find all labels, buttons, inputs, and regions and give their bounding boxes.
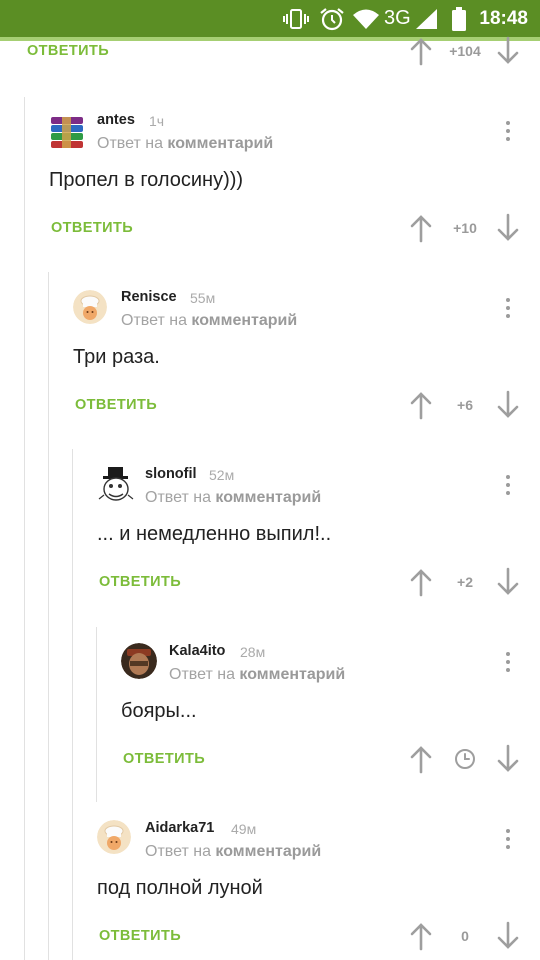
reply-button[interactable]: ОТВЕТИТЬ bbox=[75, 397, 157, 413]
rating-value: +2 bbox=[457, 574, 473, 590]
avatar[interactable] bbox=[121, 643, 157, 679]
comment-time: 55м bbox=[190, 290, 216, 306]
more-options-icon[interactable] bbox=[498, 471, 518, 501]
reply-to-line: Ответ на комментарий bbox=[169, 666, 346, 683]
rating-value: +10 bbox=[453, 220, 477, 236]
vibrate-icon bbox=[283, 9, 309, 29]
reply-button[interactable]: ОТВЕТИТЬ bbox=[123, 751, 205, 767]
reply-to-line: Ответ на комментарий bbox=[145, 843, 322, 860]
downvote-icon[interactable] bbox=[496, 567, 520, 597]
downvote-icon[interactable] bbox=[496, 744, 520, 774]
upvote-icon[interactable] bbox=[409, 921, 433, 951]
signal-icon bbox=[416, 9, 437, 29]
reply-button[interactable]: ОТВЕТИТЬ bbox=[51, 220, 133, 236]
more-options-icon[interactable] bbox=[498, 648, 518, 678]
thread-line-3 bbox=[72, 449, 73, 960]
downvote-icon[interactable] bbox=[496, 390, 520, 420]
status-bar-shadow bbox=[0, 37, 540, 41]
comment-text: Три раза. bbox=[73, 346, 160, 368]
comment-time: 49м bbox=[231, 821, 257, 837]
more-options-icon[interactable] bbox=[498, 117, 518, 147]
comment-text: под полной луной bbox=[97, 877, 263, 899]
avatar[interactable] bbox=[97, 465, 135, 503]
clock-icon bbox=[455, 749, 475, 769]
wifi-icon bbox=[353, 9, 379, 29]
chef-avatar-icon bbox=[73, 290, 107, 324]
username[interactable]: Kala4ito bbox=[169, 643, 225, 659]
thread-line-4 bbox=[96, 627, 97, 802]
comment-text: ... и немедленно выпил!.. bbox=[97, 523, 332, 545]
thread-line-2 bbox=[48, 272, 49, 960]
chef-avatar-icon bbox=[97, 820, 131, 854]
rating-value: +6 bbox=[457, 397, 473, 413]
upvote-icon[interactable] bbox=[409, 390, 433, 420]
winrar-books-icon bbox=[51, 117, 83, 148]
upvote-icon[interactable] bbox=[409, 213, 433, 243]
parent-comment-link[interactable]: комментарий bbox=[239, 666, 345, 683]
comment-text: бояры... bbox=[121, 700, 197, 722]
parent-comment-link[interactable]: комментарий bbox=[167, 135, 273, 152]
parent-comment-link[interactable]: комментарий bbox=[215, 843, 321, 860]
rating-value: 0 bbox=[461, 928, 469, 944]
comment-time: 28м bbox=[240, 644, 266, 660]
more-options-icon[interactable] bbox=[498, 294, 518, 324]
comment-time: 1ч bbox=[149, 113, 165, 129]
battery-icon bbox=[452, 7, 466, 31]
username[interactable]: slonofil bbox=[145, 466, 197, 482]
username[interactable]: Renisce bbox=[121, 289, 177, 305]
downvote-icon[interactable] bbox=[496, 36, 520, 66]
rating-value: +104 bbox=[449, 43, 481, 59]
upvote-icon[interactable] bbox=[409, 567, 433, 597]
reply-button[interactable]: ОТВЕТИТЬ bbox=[99, 574, 181, 590]
reply-to-line: Ответ на комментарий bbox=[121, 312, 298, 329]
status-bar: 3G 18:48 bbox=[0, 0, 540, 37]
upvote-icon[interactable] bbox=[409, 744, 433, 774]
reply-to-line: Ответ на комментарий bbox=[97, 135, 274, 152]
alarm-icon bbox=[320, 8, 344, 31]
comment-time: 52м bbox=[209, 467, 235, 483]
reply-button[interactable]: ОТВЕТИТЬ bbox=[27, 43, 109, 59]
avatar[interactable] bbox=[49, 114, 85, 150]
downvote-icon[interactable] bbox=[496, 921, 520, 951]
thread-line-1 bbox=[24, 97, 25, 960]
reply-button[interactable]: ОТВЕТИТЬ bbox=[99, 928, 181, 944]
avatar[interactable] bbox=[97, 820, 131, 854]
clock-time: 18:48 bbox=[479, 8, 528, 29]
avatar[interactable] bbox=[73, 290, 107, 324]
parent-comment-link[interactable]: комментарий bbox=[215, 489, 321, 506]
username[interactable]: antes bbox=[97, 112, 135, 128]
top-hat-face-icon bbox=[98, 467, 134, 501]
username[interactable]: Aidarka71 bbox=[145, 820, 214, 836]
parent-comment-link[interactable]: комментарий bbox=[191, 312, 297, 329]
upvote-icon[interactable] bbox=[409, 36, 433, 66]
reply-to-line: Ответ на комментарий bbox=[145, 489, 322, 506]
downvote-icon[interactable] bbox=[496, 213, 520, 243]
user-photo-icon bbox=[121, 643, 157, 679]
comment-text: Пропел в голосину))) bbox=[49, 169, 244, 191]
more-options-icon[interactable] bbox=[498, 825, 518, 855]
network-type: 3G bbox=[384, 7, 411, 29]
